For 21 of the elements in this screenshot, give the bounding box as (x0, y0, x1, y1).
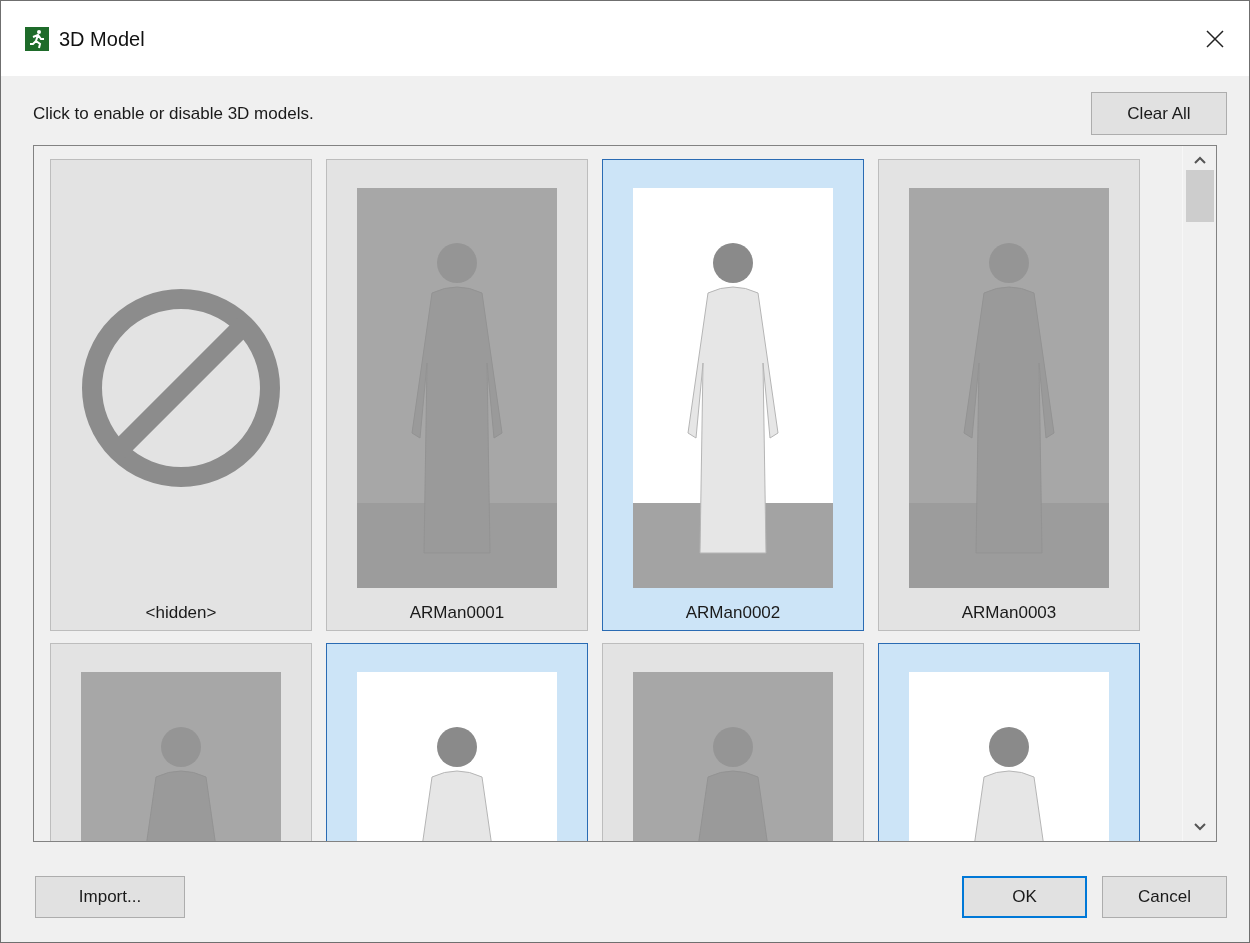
model-tile[interactable]: ARMan0003 (878, 159, 1140, 631)
prohibited-icon (81, 288, 281, 488)
ok-button[interactable]: OK (962, 876, 1087, 918)
window-title: 3D Model (59, 26, 145, 52)
model-label: ARMan0001 (409, 602, 505, 624)
model-label: <hidden> (145, 602, 217, 624)
model-tile[interactable]: ARMan0002 (602, 159, 864, 631)
close-icon[interactable] (1205, 28, 1225, 49)
clear-all-button[interactable]: Clear All (1091, 92, 1227, 135)
cancel-button[interactable]: Cancel (1102, 876, 1227, 918)
model-tile[interactable]: <hidden> (50, 159, 312, 631)
scrollbar-thumb[interactable] (1185, 170, 1214, 222)
instruction-text: Click to enable or disable 3D models. (33, 102, 314, 125)
model-label: ARMan0003 (961, 602, 1057, 624)
running-figure-icon (25, 26, 49, 51)
import-button[interactable]: Import... (35, 876, 185, 918)
scrollbar[interactable] (1182, 146, 1216, 841)
model-label: ARMan0002 (685, 602, 781, 624)
scroll-down-icon[interactable] (1193, 823, 1206, 831)
model-tile[interactable]: ARMan0001 (326, 159, 588, 631)
scroll-up-icon[interactable] (1193, 156, 1206, 164)
